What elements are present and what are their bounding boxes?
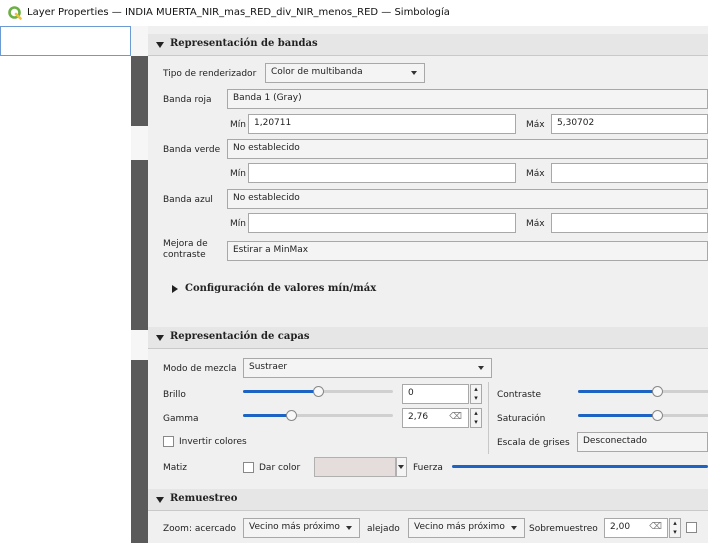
red-min-input[interactable]: 1,20711 xyxy=(248,114,516,134)
chevron-down-icon xyxy=(478,366,484,370)
color-menu-button[interactable] xyxy=(396,457,407,477)
slider-handle[interactable] xyxy=(286,410,297,421)
gamma-slider[interactable] xyxy=(243,409,393,423)
red-max-label: Máx xyxy=(526,120,545,130)
collapse-triangle-icon[interactable] xyxy=(156,335,164,341)
chevron-down-icon xyxy=(398,465,404,469)
slider-fill xyxy=(578,414,657,417)
blue-band-label: Banda azul xyxy=(163,195,213,205)
red-band-value: Banda 1 (Gray) xyxy=(233,93,302,103)
blue-max-label: Máx xyxy=(526,219,545,229)
gamma-value: 2,76 xyxy=(408,412,429,422)
slider-fill xyxy=(243,390,318,393)
color-swatch-button[interactable] xyxy=(314,457,396,477)
red-band-label: Banda roja xyxy=(163,95,212,105)
chevron-down-icon xyxy=(511,526,517,530)
divider xyxy=(488,430,489,454)
renderer-type-select[interactable]: Color de multibanda xyxy=(265,63,425,83)
colorize-checkbox[interactable] xyxy=(243,462,254,473)
renderer-type-label: Tipo de renderizador xyxy=(163,69,257,79)
slider-handle[interactable] xyxy=(652,386,663,397)
zoom-out-select[interactable]: Vecino más próximo xyxy=(408,518,525,538)
oversampling-value: 2,00 xyxy=(610,522,631,532)
renderer-type-value: Color de multibanda xyxy=(271,67,363,77)
slider-handle[interactable] xyxy=(313,386,324,397)
chevron-down-icon xyxy=(346,526,352,530)
early-resampling-checkbox[interactable] xyxy=(686,522,697,533)
category-list[interactable] xyxy=(0,26,132,543)
slider-handle[interactable] xyxy=(652,410,663,421)
oversampling-label: Sobremuestreo xyxy=(529,524,598,534)
chevron-down-icon xyxy=(411,71,417,75)
contrast-enhancement-select[interactable]: Estirar a MinMax xyxy=(227,241,708,261)
gamma-label: Gamma xyxy=(163,414,199,424)
zoom-out-value: Vecino más próximo xyxy=(414,522,505,532)
blue-max-input[interactable] xyxy=(551,213,708,233)
red-max-input[interactable]: 5,30702 xyxy=(551,114,708,134)
blue-min-label: Mín xyxy=(230,219,246,229)
zoom-in-value: Vecino más próximo xyxy=(249,522,340,532)
window-title: Layer Properties — INDIA MUERTA_NIR_mas_… xyxy=(27,7,450,18)
strength-slider[interactable] xyxy=(452,465,708,468)
contrast-enhancement-label-line2: contraste xyxy=(163,250,206,260)
green-max-input[interactable] xyxy=(551,163,708,183)
saturation-slider[interactable] xyxy=(578,409,708,423)
grayscale-value: Desconectado xyxy=(583,436,648,446)
blend-mode-label: Modo de mezcla xyxy=(163,364,237,374)
expand-triangle-icon[interactable] xyxy=(172,285,178,293)
strength-label: Fuerza xyxy=(413,463,443,473)
contrast-enhancement-value: Estirar a MinMax xyxy=(233,245,309,255)
blue-min-input[interactable] xyxy=(248,213,516,233)
invert-colors-label: Invertir colores xyxy=(179,437,247,447)
slider-fill xyxy=(578,390,657,393)
grayscale-select[interactable]: Desconectado xyxy=(577,432,708,452)
brightness-label: Brillo xyxy=(163,390,186,400)
brightness-slider[interactable] xyxy=(243,385,393,399)
category-list-selected-item[interactable] xyxy=(0,26,131,56)
spin-arrows-icon[interactable]: ▴ ▾ xyxy=(669,518,681,538)
green-min-label: Mín xyxy=(230,169,246,179)
grayscale-label: Escala de grises xyxy=(497,438,570,448)
saturation-label: Saturación xyxy=(497,414,546,424)
red-min-label: Mín xyxy=(230,120,246,130)
resampling-title: Remuestreo xyxy=(170,493,238,504)
side-strip-block xyxy=(131,56,148,126)
contrast-enhancement-label-line1: Mejora de xyxy=(163,239,208,249)
blend-mode-select[interactable]: Sustraer xyxy=(243,358,492,378)
contrast-enhancement-label: Mejora de contraste xyxy=(163,239,208,261)
green-band-select[interactable]: No establecido xyxy=(227,139,708,159)
oversampling-input[interactable]: 2,00 ⌫ xyxy=(604,518,668,538)
blue-band-select[interactable]: No establecido xyxy=(227,189,708,209)
contrast-label: Contraste xyxy=(497,390,541,400)
layer-rendering-title: Representación de capas xyxy=(170,331,310,342)
red-band-select[interactable]: Banda 1 (Gray) xyxy=(227,89,708,109)
minmax-config-toggle[interactable]: Configuración de valores mín/máx xyxy=(185,283,376,294)
clear-icon[interactable]: ⌫ xyxy=(449,412,462,422)
green-band-label: Banda verde xyxy=(163,145,221,155)
collapse-triangle-icon[interactable] xyxy=(156,497,164,503)
zoom-in-label: Zoom: acercado xyxy=(163,524,237,534)
slider-fill xyxy=(243,414,291,417)
invert-colors-checkbox[interactable] xyxy=(163,436,174,447)
side-strip-block xyxy=(131,160,148,330)
collapse-triangle-icon[interactable] xyxy=(156,42,164,48)
brightness-input[interactable]: 0 xyxy=(402,384,469,404)
qgis-logo-icon xyxy=(8,6,22,20)
colorize-label: Dar color xyxy=(259,463,301,473)
side-strip-block xyxy=(131,360,148,543)
green-min-input[interactable] xyxy=(248,163,516,183)
green-band-value: No establecido xyxy=(233,143,300,153)
spin-arrows-icon[interactable]: ▴ ▾ xyxy=(470,384,482,404)
band-rendering-title: Representación de bandas xyxy=(170,38,318,49)
hue-label: Matiz xyxy=(163,463,188,473)
blue-band-value: No establecido xyxy=(233,193,300,203)
contrast-slider[interactable] xyxy=(578,385,708,399)
green-max-label: Máx xyxy=(526,169,545,179)
zoom-in-select[interactable]: Vecino más próximo xyxy=(243,518,360,538)
spin-arrows-icon[interactable]: ▴ ▾ xyxy=(470,408,482,428)
clear-icon[interactable]: ⌫ xyxy=(649,522,662,532)
blend-mode-value: Sustraer xyxy=(249,362,288,372)
zoom-out-label: alejado xyxy=(367,524,400,534)
gamma-input[interactable]: 2,76 ⌫ xyxy=(402,408,469,428)
